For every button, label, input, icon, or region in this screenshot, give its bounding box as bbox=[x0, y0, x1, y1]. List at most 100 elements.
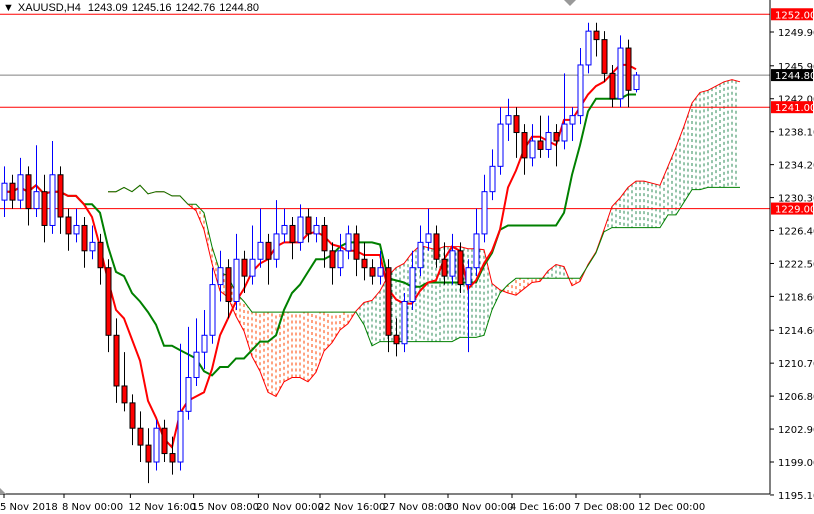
candle-body bbox=[193, 351, 200, 379]
candle-body bbox=[617, 47, 624, 100]
x-tick-label: 5 Nov 2018 bbox=[0, 502, 58, 513]
y-tick-label: 1238.10 bbox=[778, 128, 814, 139]
y-tick-label: 1195.10 bbox=[778, 491, 814, 502]
candle-body bbox=[25, 174, 32, 210]
candle-body bbox=[537, 140, 544, 150]
candle-body bbox=[609, 72, 616, 100]
candle-body bbox=[249, 258, 256, 277]
candle-body bbox=[201, 334, 208, 353]
y-tick-label: 1218.60 bbox=[778, 292, 814, 303]
level-price-tag: 1229.00 bbox=[775, 205, 814, 216]
candle-body bbox=[425, 233, 432, 243]
candle-body bbox=[441, 258, 448, 277]
candle-body bbox=[81, 224, 88, 252]
candle-body bbox=[457, 250, 464, 286]
candle-body bbox=[225, 267, 232, 302]
candle-body bbox=[305, 216, 312, 235]
candle-body bbox=[409, 267, 416, 302]
x-tick-label: 20 Nov 00:00 bbox=[256, 502, 323, 513]
candle-body bbox=[289, 224, 296, 243]
candle-body bbox=[473, 233, 480, 269]
x-tick-label: 7 Dec 08:00 bbox=[574, 502, 635, 513]
x-tick-label: 22 Nov 16:00 bbox=[318, 502, 385, 513]
candle-body bbox=[465, 267, 472, 286]
candle-body bbox=[313, 224, 320, 235]
candle-body bbox=[585, 30, 592, 66]
candle-body bbox=[73, 224, 80, 235]
candle-body bbox=[593, 30, 600, 41]
candle-body bbox=[33, 191, 40, 210]
candle-body bbox=[361, 258, 368, 269]
candle-body bbox=[497, 123, 504, 167]
y-tick-label: 1222.50 bbox=[778, 259, 814, 270]
y-tick-label: 1210.70 bbox=[778, 359, 814, 370]
candle-body bbox=[577, 64, 584, 117]
dropdown-triangle-icon[interactable]: ▼ bbox=[3, 2, 14, 14]
candle-body bbox=[217, 267, 224, 286]
candle-body bbox=[169, 453, 176, 463]
candle-body bbox=[17, 174, 24, 201]
close-value: 1244.80 bbox=[219, 2, 259, 14]
candle-body bbox=[337, 250, 344, 269]
y-tick-label: 1249.90 bbox=[778, 28, 814, 39]
chart-header: ▼ XAUUSD,H4 1243.09 1245.16 1242.76 1244.80 bbox=[3, 2, 263, 14]
candle-body bbox=[393, 334, 400, 345]
candle-body bbox=[505, 115, 512, 125]
y-tick-label: 1206.80 bbox=[778, 392, 814, 403]
x-tick-label: 4 Dec 16:00 bbox=[510, 502, 571, 513]
x-tick-label: 12 Dec 00:00 bbox=[638, 502, 705, 513]
candle-body bbox=[65, 216, 72, 235]
candle-body bbox=[401, 300, 408, 345]
candle-body bbox=[625, 47, 632, 91]
candle-body bbox=[569, 115, 576, 125]
y-tick-label: 1234.20 bbox=[778, 161, 814, 172]
candle-body bbox=[1, 182, 8, 201]
candle-body bbox=[265, 241, 272, 260]
candle-body bbox=[145, 444, 152, 463]
candle-body bbox=[257, 241, 264, 260]
candle-body bbox=[113, 334, 120, 387]
candle-body bbox=[417, 241, 424, 269]
y-tick-label: 1202.90 bbox=[778, 425, 814, 436]
candle-body bbox=[449, 250, 456, 277]
candle-body bbox=[161, 427, 168, 455]
symbol-label: XAUUSD,H4 bbox=[17, 2, 81, 14]
price-chart[interactable]: 1249.901245.901242.001238.101234.201230.… bbox=[0, 0, 814, 514]
candle-body bbox=[297, 216, 304, 243]
candle-body bbox=[513, 115, 520, 134]
x-tick-label: 8 Nov 00:00 bbox=[62, 502, 123, 513]
candle-body bbox=[329, 250, 336, 269]
x-tick-label: 15 Nov 08:00 bbox=[192, 502, 259, 513]
candle-body bbox=[185, 377, 192, 412]
candle-body bbox=[561, 123, 568, 142]
candle-body bbox=[545, 132, 552, 150]
candle-body bbox=[129, 402, 136, 429]
shift-marker-icon bbox=[564, 0, 576, 6]
candle-body bbox=[273, 233, 280, 260]
candle-body bbox=[529, 140, 536, 159]
candle-body bbox=[89, 241, 96, 252]
candle-body bbox=[553, 132, 560, 142]
candle-body bbox=[601, 39, 608, 74]
candles bbox=[1, 22, 640, 484]
candle-body bbox=[633, 74, 640, 91]
candle-body bbox=[137, 427, 144, 446]
current-price-tag: 1244.80 bbox=[775, 71, 814, 82]
x-tick-label: 30 Nov 00:00 bbox=[446, 502, 513, 513]
candle-body bbox=[385, 267, 392, 336]
candle-body bbox=[177, 410, 184, 463]
candle-body bbox=[521, 132, 528, 159]
candle-body bbox=[481, 191, 488, 235]
candle-body bbox=[321, 224, 328, 252]
candle-body bbox=[41, 191, 48, 226]
candle-body bbox=[369, 267, 376, 277]
candle-body bbox=[345, 233, 352, 252]
candle-body bbox=[153, 427, 160, 463]
candle-body bbox=[121, 385, 128, 404]
y-tick-label: 1199.00 bbox=[778, 458, 814, 469]
level-price-tag: 1241.00 bbox=[775, 103, 814, 114]
candle-body bbox=[489, 165, 496, 193]
candle-body bbox=[97, 241, 104, 269]
candle-body bbox=[105, 267, 112, 336]
candle-body bbox=[57, 174, 64, 218]
